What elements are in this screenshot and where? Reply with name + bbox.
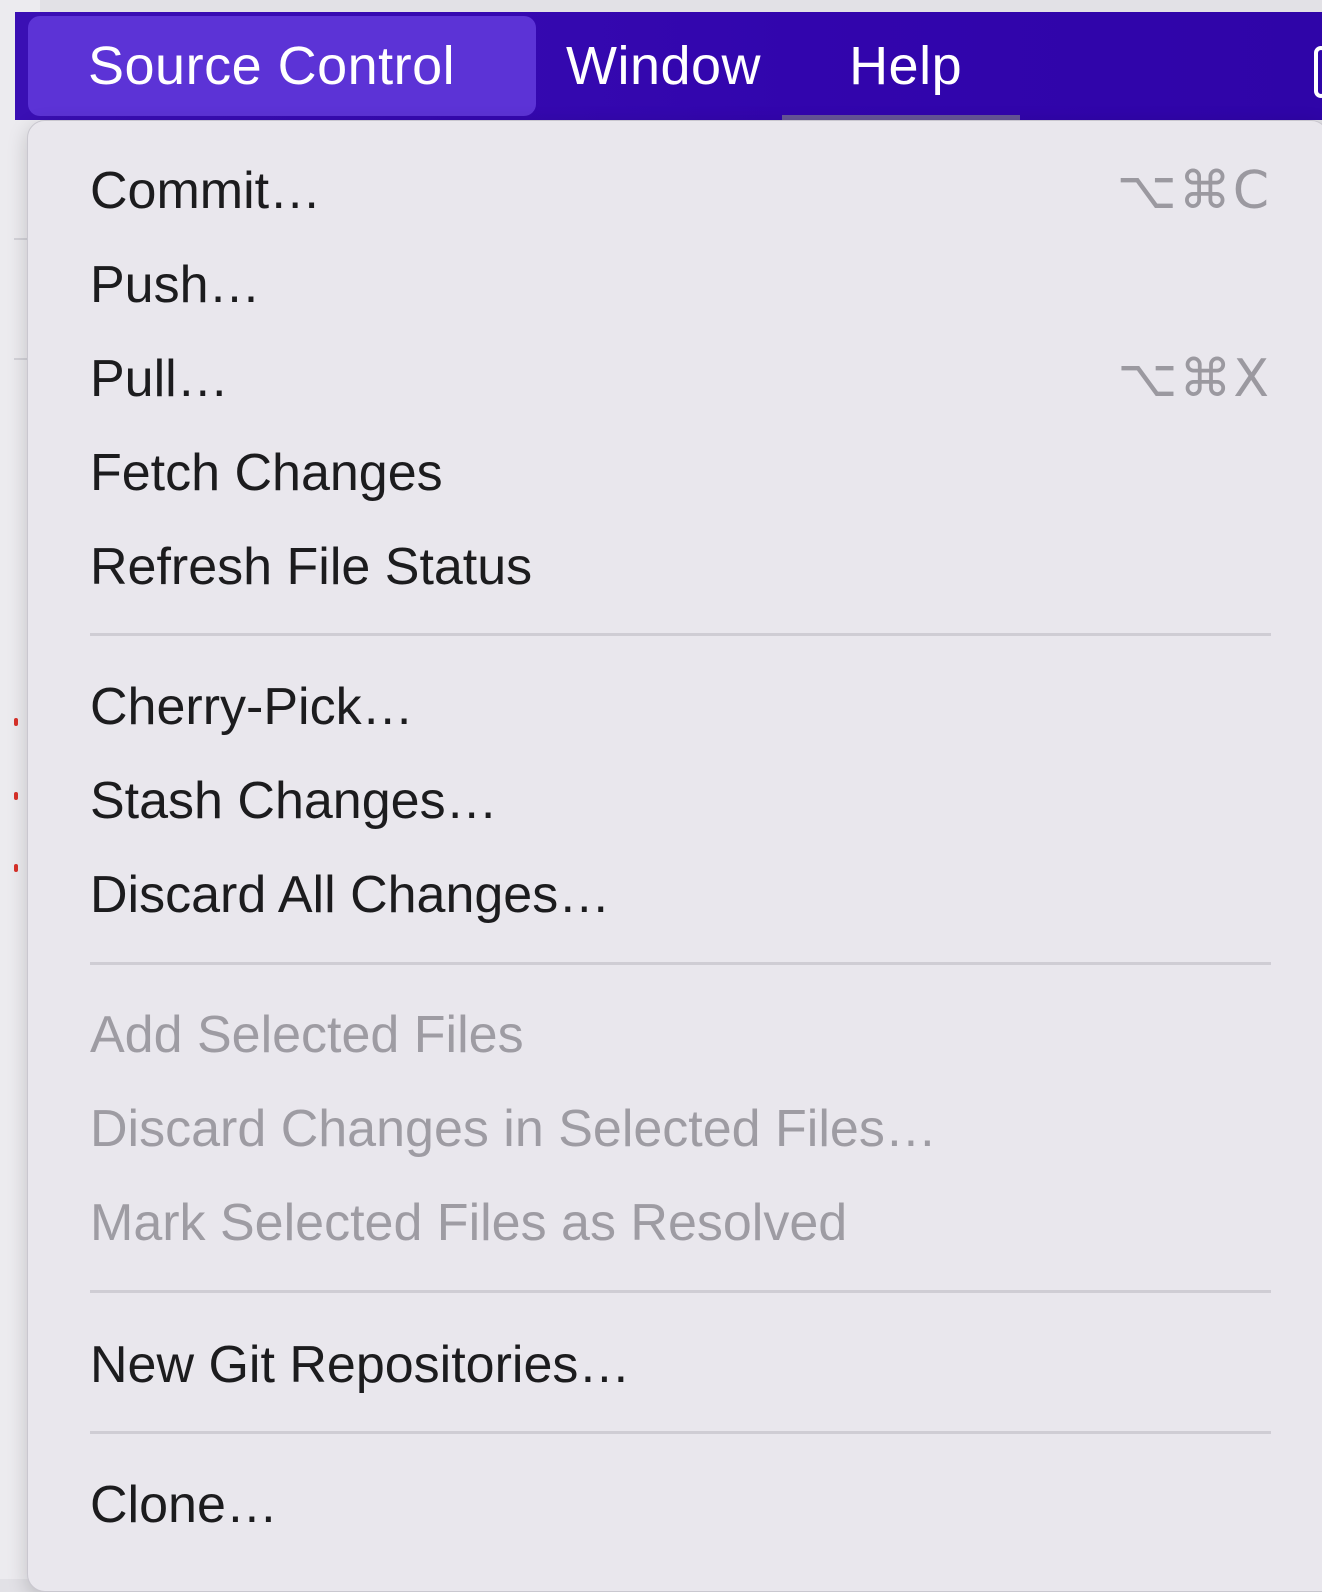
menu-item-discard-changes-selected-files: Discard Changes in Selected Files… [90, 1089, 1271, 1169]
background-status-dot [14, 718, 18, 726]
menu-item-add-selected-files: Add Selected Files [90, 995, 1271, 1075]
menu-item-label: Stash Changes… [90, 772, 498, 830]
menu-separator [90, 1431, 1271, 1434]
menu-item-discard-all-changes[interactable]: Discard All Changes… [90, 855, 1271, 935]
source-control-menu: Commit… ⌥⌘C Push… Pull… ⌥⌘X Fetch Change… [27, 120, 1322, 1592]
menu-separator [90, 1290, 1271, 1293]
menu-item-label: Discard Changes in Selected Files… [90, 1100, 937, 1158]
menu-item-label: Mark Selected Files as Resolved [90, 1194, 848, 1252]
menu-item-label: New Git Repositories… [90, 1336, 631, 1394]
menu-item-label: Refresh File Status [90, 538, 533, 596]
menubar-item-label: Source Control [88, 36, 456, 96]
menu-bar: Source Control Window Help [15, 12, 1322, 120]
menu-item-new-git-repositories[interactable]: New Git Repositories… [90, 1325, 1271, 1405]
menu-item-label: Clone… [90, 1476, 278, 1534]
menubar-item-source-control[interactable]: Source Control [28, 16, 536, 116]
menu-separator [90, 962, 1271, 965]
menu-item-shortcut: ⌥⌘C [1116, 161, 1271, 221]
menubar-item-label: Help [849, 36, 963, 96]
menu-item-label: Pull… [90, 350, 229, 408]
menu-item-stash-changes[interactable]: Stash Changes… [90, 761, 1271, 841]
menu-item-fetch-changes[interactable]: Fetch Changes [90, 433, 1271, 513]
menubar-item-window[interactable]: Window [566, 16, 761, 116]
background-status-dot [14, 864, 18, 872]
menu-item-label: Discard All Changes… [90, 866, 611, 924]
menu-item-label: Add Selected Files [90, 1006, 524, 1064]
menu-item-label: Commit… [90, 162, 322, 220]
menu-item-label: Fetch Changes [90, 444, 443, 502]
menu-item-label: Push… [90, 256, 261, 314]
menu-item-pull[interactable]: Pull… ⌥⌘X [90, 339, 1271, 419]
menu-item-shortcut: ⌥⌘X [1117, 349, 1271, 409]
menubar-item-label: Window [566, 36, 762, 96]
menu-item-refresh-file-status[interactable]: Refresh File Status [90, 527, 1271, 607]
menu-separator [90, 633, 1271, 636]
menu-item-mark-selected-files-resolved: Mark Selected Files as Resolved [90, 1183, 1271, 1263]
background-status-dot [14, 792, 18, 800]
status-icon[interactable] [1314, 46, 1322, 98]
menu-item-cherry-pick[interactable]: Cherry-Pick… [90, 667, 1271, 747]
menu-item-push[interactable]: Push… [90, 245, 1271, 325]
menu-item-clone[interactable]: Clone… [90, 1465, 1271, 1545]
menu-item-label: Cherry-Pick… [90, 678, 414, 736]
menu-item-commit[interactable]: Commit… ⌥⌘C [90, 151, 1271, 231]
menubar-item-help[interactable]: Help [849, 16, 962, 116]
